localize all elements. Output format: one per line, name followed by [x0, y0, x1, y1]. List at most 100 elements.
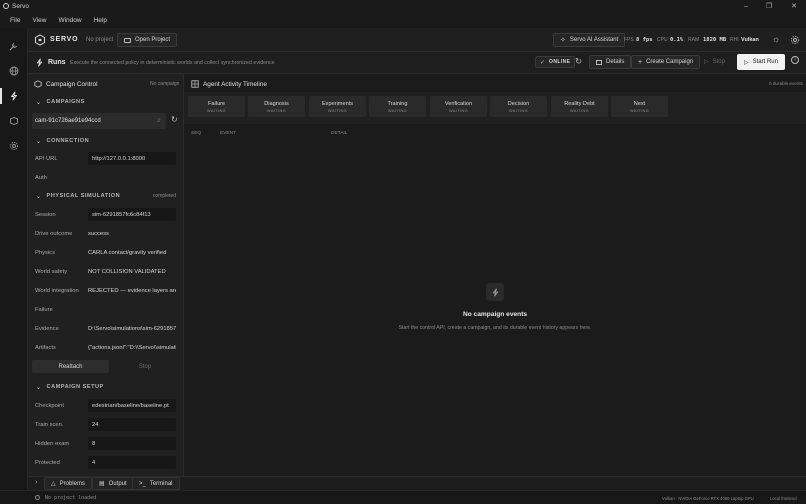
stop-simulation-button[interactable]: Stop: [112, 360, 178, 373]
stage-verification[interactable]: Verification WAITING: [430, 96, 487, 117]
minimize-button[interactable]: –: [734, 0, 758, 12]
stage-status: WAITING: [570, 108, 589, 113]
info-icon[interactable]: i: [791, 56, 799, 64]
activity-settings[interactable]: [6, 138, 22, 154]
rhi-label: RHI: [730, 37, 739, 43]
drive-outcome-row: Drive outcome success: [28, 224, 184, 243]
output-tab[interactable]: ▤ Output: [92, 477, 134, 490]
api-url-row: API URL http://127.0.0.1:8000: [28, 149, 184, 168]
sparkle-icon: ✧: [560, 37, 566, 44]
stage-name: Decision: [507, 100, 530, 107]
api-url-input[interactable]: http://127.0.0.1:8000: [88, 152, 176, 165]
stage-name: Diagnosis: [264, 100, 289, 107]
menu-window[interactable]: Window: [53, 15, 86, 26]
stage-experiments[interactable]: Experiments WAITING: [309, 96, 366, 117]
drive-outcome-label: Drive outcome: [35, 230, 73, 237]
protected-row: Protected 4: [28, 453, 184, 472]
campaigns-section-header[interactable]: ⌄ CAMPAIGNS: [28, 93, 184, 111]
activity-models[interactable]: [6, 113, 22, 129]
theme-toggle-icon[interactable]: ☼: [772, 34, 780, 44]
activity-runs[interactable]: [6, 88, 22, 104]
fps-value: 8 fps: [636, 36, 653, 43]
col-event: EVENT: [220, 131, 236, 136]
create-campaign-label: Create Campaign: [646, 59, 694, 65]
reattach-button[interactable]: Reattach: [32, 360, 109, 373]
open-project-button[interactable]: Open Project: [117, 33, 178, 47]
menu-help[interactable]: Help: [89, 15, 112, 26]
check-icon: ✓: [540, 59, 546, 66]
bottom-panel-tabs: › △ Problems ▤ Output >_ Terminal: [28, 476, 806, 490]
drive-outcome-value: success: [88, 230, 109, 237]
campaign-setup-section-header[interactable]: ⌄ CAMPAIGN SETUP: [28, 378, 184, 396]
stage-next[interactable]: Next WAITING: [611, 96, 668, 117]
stage-reality-debt[interactable]: Reality Debt WAITING: [551, 96, 608, 117]
auth-row: Auth: [28, 168, 184, 187]
campaign-control-panel: Campaign Control No campaign ⌄ CAMPAIGNS…: [28, 74, 184, 490]
runs-toolbar: Runs Execute the connected policy in det…: [28, 52, 806, 74]
close-button[interactable]: ✕: [782, 0, 806, 12]
auth-input[interactable]: [88, 171, 176, 184]
stage-status: WAITING: [328, 108, 347, 113]
session-value[interactable]: sim-6291857fc6c84f13: [88, 208, 176, 221]
ai-assistant-button[interactable]: ✧ Servo AI Assistant: [553, 33, 626, 47]
activity-tools[interactable]: [6, 38, 22, 54]
open-project-label: Open Project: [135, 37, 171, 43]
rhi-value: Vulkan: [741, 36, 759, 43]
refresh-icon[interactable]: ↻: [575, 56, 582, 67]
checkpoint-row: Checkpoint edestrian/baseline/baseline.p…: [28, 396, 184, 415]
hidden-exam-input[interactable]: 8: [88, 437, 176, 450]
stop-button[interactable]: ▷ Stop: [704, 58, 725, 66]
settings-gear-icon[interactable]: [790, 35, 800, 45]
problems-tab[interactable]: △ Problems: [44, 477, 92, 490]
stop-label: Stop: [712, 58, 725, 65]
start-run-label: Start Run: [752, 59, 778, 65]
create-campaign-button[interactable]: + Create Campaign: [631, 55, 701, 69]
output-icon: ▤: [99, 481, 105, 487]
start-run-button[interactable]: ▷ Start Run: [737, 54, 785, 70]
stage-status: WAITING: [630, 108, 649, 113]
col-seq: SEQ: [191, 131, 202, 136]
hidden-exam-label: Hidden exam: [35, 440, 70, 447]
status-project: No project loaded: [45, 494, 97, 501]
stage-name: Experiments: [321, 100, 354, 107]
refresh-campaigns-icon[interactable]: ↻: [171, 115, 178, 124]
stage-diagnosis[interactable]: Diagnosis WAITING: [248, 96, 305, 117]
activity-worlds[interactable]: [6, 63, 22, 79]
details-button[interactable]: Details: [589, 55, 632, 69]
campaign-select[interactable]: cam-91c726ae91e94ccd ⇵: [32, 113, 166, 129]
world-safety-row: World safety NOT COLLISION VALIDATED: [28, 262, 184, 281]
status-mode: Local frontend: [770, 495, 797, 501]
campaign-control-icon: [34, 80, 42, 88]
menu-view[interactable]: View: [27, 15, 51, 26]
folder-icon: [124, 37, 131, 43]
protected-input[interactable]: 4: [88, 456, 176, 469]
tag-icon: [10, 117, 18, 125]
maximize-button[interactable]: ❐: [757, 0, 781, 12]
output-tab-label: Output: [108, 480, 127, 487]
stage-training[interactable]: Training WAITING: [369, 96, 426, 117]
cpu-value: 0.1%: [670, 36, 684, 43]
stop-icon: ▷: [704, 59, 709, 65]
checkpoint-input[interactable]: edestrian/baseline/baseline.pt: [88, 399, 176, 412]
world-integration-label: World integration: [35, 287, 79, 294]
cpu-label: CPU: [657, 37, 668, 43]
online-status-badge: ✓ ONLINE: [535, 56, 576, 68]
artifacts-label: Artifacts: [35, 344, 56, 351]
play-icon: ▷: [744, 59, 749, 66]
stage-name: Training: [387, 100, 408, 107]
event-table-header: SEQ EVENT DETAIL: [184, 129, 806, 139]
runs-title: Runs: [48, 58, 66, 66]
online-label: ONLINE: [549, 59, 571, 65]
protected-label: Protected: [35, 459, 60, 466]
train-scenarios-input[interactable]: 24: [88, 418, 176, 431]
terminal-tab[interactable]: >_ Terminal: [132, 477, 180, 490]
stage-decision[interactable]: Decision WAITING: [490, 96, 547, 117]
chevron-down-icon: ⌄: [36, 193, 42, 200]
problems-tab-label: Problems: [59, 480, 85, 487]
connection-section-header[interactable]: ⌄ CONNECTION: [28, 132, 184, 150]
world-safety-value: NOT COLLISION VALIDATED: [88, 268, 166, 275]
physical-simulation-section-header[interactable]: ⌄ PHYSICAL SIMULATION completed: [28, 187, 184, 205]
stage-failure[interactable]: Failure WAITING: [188, 96, 245, 117]
panel-toggle-chevron-icon[interactable]: ›: [35, 479, 37, 486]
menu-file[interactable]: File: [5, 15, 25, 26]
